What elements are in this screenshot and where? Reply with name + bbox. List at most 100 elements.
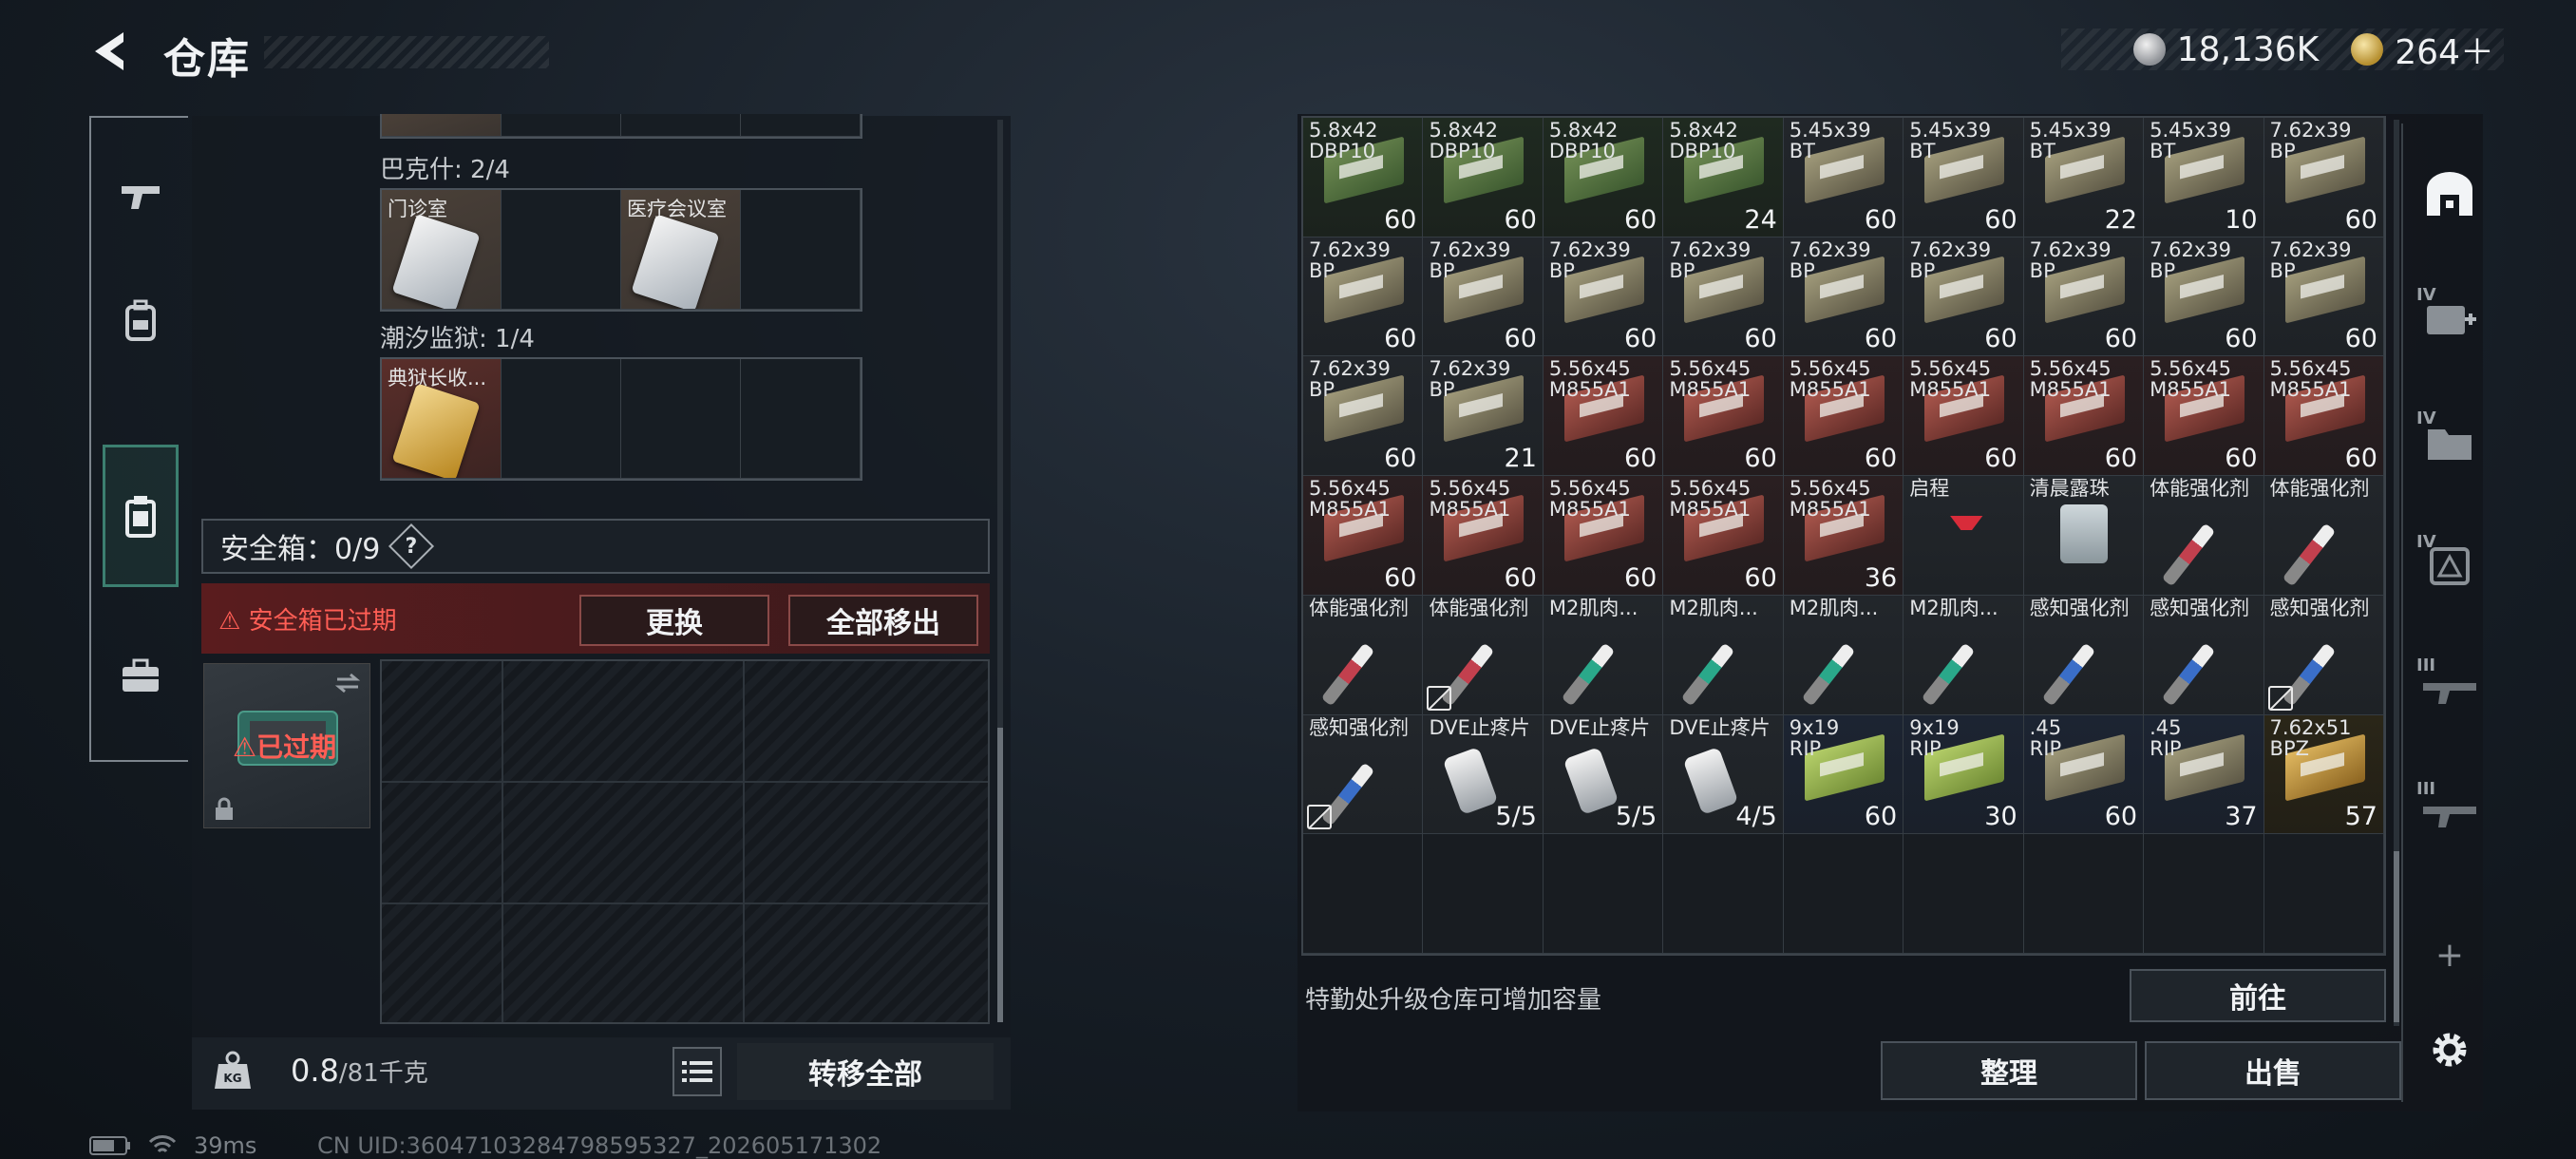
scroll-thumb[interactable] (997, 728, 1003, 1022)
transfer-all-button[interactable]: 转移全部 (737, 1043, 994, 1100)
sell-button[interactable]: 出售 (2145, 1041, 2401, 1100)
stash-item[interactable]: 启程 (1904, 476, 2024, 596)
grid-cell[interactable] (502, 114, 621, 137)
stash-slot-empty[interactable] (1904, 834, 2024, 954)
nav-weapons[interactable] (101, 152, 180, 243)
stash-slot-empty[interactable] (2144, 834, 2264, 954)
grid-cell[interactable] (741, 114, 861, 137)
stash-item[interactable]: 5.56x45 M855A1 60 (1543, 356, 1664, 477)
stash-item[interactable]: 7.62x39 BP 21 (1423, 356, 1544, 477)
stash-item[interactable]: 感知强化剂 (2263, 595, 2384, 715)
nav-medical[interactable]: IV (2416, 285, 2483, 352)
stash-item[interactable]: 7.62x39 BP 60 (1303, 237, 1424, 357)
stash-item[interactable]: 7.62x39 BP 60 (1303, 356, 1424, 477)
nav-backpack[interactable] (101, 276, 180, 367)
stash-scrollbar[interactable] (2394, 120, 2399, 1026)
stash-slot-empty[interactable] (1303, 834, 1424, 954)
stash-slot-empty[interactable] (1543, 834, 1664, 954)
stash-item[interactable]: 5.56x45 M855A1 60 (1303, 476, 1424, 596)
stash-slot-empty[interactable] (1423, 834, 1544, 954)
keycard-slot-empty[interactable] (502, 359, 621, 479)
sort-button[interactable]: 整理 (1881, 1041, 2137, 1100)
nav-armor[interactable]: IV (2416, 532, 2483, 598)
list-view-button[interactable] (672, 1047, 722, 1096)
stash-item[interactable]: 7.62x39 BP 60 (2263, 237, 2384, 357)
stash-item[interactable]: 5.8x42 DBP10 24 (1663, 118, 1784, 238)
nav-supplies[interactable]: IV (2416, 408, 2483, 475)
stash-item[interactable]: 感知强化剂 (2023, 595, 2145, 715)
keycard-slot[interactable]: 典狱长收... (382, 359, 502, 479)
nav-case[interactable] (101, 631, 180, 722)
stash-item[interactable]: 5.8x42 DBP10 60 (1543, 118, 1664, 238)
stash-item[interactable]: 清晨露珠 (2023, 476, 2145, 596)
stash-item[interactable]: M2肌肉... (1904, 595, 2024, 715)
stash-item[interactable]: 体能强化剂 (2263, 476, 2384, 596)
stash-item[interactable]: 7.62x39 BP 60 (2263, 118, 2384, 238)
move-all-out-button[interactable]: 全部移出 (788, 595, 978, 646)
safe-case-slot[interactable]: ⚠已过期 (203, 663, 370, 828)
stash-item[interactable]: 5.56x45 M855A1 60 (1904, 356, 2024, 477)
stash-item[interactable]: 5.56x45 M855A1 60 (1423, 476, 1544, 596)
stash-item[interactable]: 体能强化剂 (1303, 595, 1424, 715)
stash-item[interactable]: 体能强化剂 (1423, 595, 1544, 715)
nav-weapon-bench-2[interactable]: III (2416, 779, 2483, 846)
stash-item[interactable]: 7.62x39 BP 60 (1423, 237, 1544, 357)
stash-item[interactable]: 7.62x39 BP 60 (2144, 237, 2264, 357)
stash-item[interactable]: 5.56x45 M855A1 36 (1783, 476, 1904, 596)
stash-item[interactable]: 5.45x39 BT 10 (2144, 118, 2264, 238)
nav-keycards[interactable] (103, 445, 179, 587)
stash-item[interactable]: 感知强化剂 (2144, 595, 2264, 715)
stash-item[interactable]: 9x19 RIP 60 (1783, 714, 1904, 835)
stash-slot-empty[interactable] (1783, 834, 1904, 954)
replace-button[interactable]: 更换 (579, 595, 769, 646)
stash-item[interactable]: M2肌肉... (1783, 595, 1904, 715)
stash-item[interactable]: .45 RIP 60 (2023, 714, 2145, 835)
stash-item[interactable]: 5.45x39 BT 60 (1904, 118, 2024, 238)
stash-item[interactable]: 7.62x39 BP 60 (2023, 237, 2145, 357)
stash-item[interactable]: 7.62x39 BP 60 (1543, 237, 1664, 357)
grid-cell[interactable] (382, 114, 502, 137)
nav-weapon-bench[interactable]: III (2416, 656, 2483, 722)
stash-item[interactable]: 5.56x45 M855A1 60 (1663, 476, 1784, 596)
keycard-slot-empty[interactable] (621, 359, 741, 479)
stash-item[interactable]: 7.62x39 BP 60 (1663, 237, 1784, 357)
stash-item[interactable]: 5.45x39 BT 22 (2023, 118, 2145, 238)
keycard-slot-empty[interactable] (741, 359, 861, 479)
keycard-slot-empty[interactable] (741, 190, 861, 310)
grid-cell[interactable] (621, 114, 741, 137)
stash-item[interactable]: 5.45x39 BT 60 (1783, 118, 1904, 238)
left-scrollbar[interactable] (997, 120, 1003, 1022)
stash-item[interactable]: 5.56x45 M855A1 60 (1663, 356, 1784, 477)
stash-slot-empty[interactable] (1663, 834, 1784, 954)
stash-item[interactable]: DVE止疼片 5/5 (1543, 714, 1664, 835)
stash-item[interactable]: 体能强化剂 (2144, 476, 2264, 596)
stash-item[interactable]: M2肌肉... (1543, 595, 1664, 715)
stash-slot-empty[interactable] (2263, 834, 2384, 954)
swap-icon[interactable] (333, 672, 362, 694)
stash-item[interactable]: 7.62x39 BP 60 (1783, 237, 1904, 357)
stash-item[interactable]: 5.8x42 DBP10 60 (1423, 118, 1544, 238)
nav-stash[interactable] (2416, 162, 2483, 228)
settings-button[interactable] (2416, 1016, 2483, 1083)
keycard-slot[interactable]: 门诊室 (382, 190, 502, 310)
stash-item[interactable]: M2肌肉... (1663, 595, 1784, 715)
stash-item[interactable]: 7.62x39 BP 60 (1904, 237, 2024, 357)
add-tab-button[interactable]: + (2416, 922, 2483, 988)
stash-item[interactable]: DVE止疼片 5/5 (1423, 714, 1544, 835)
goto-button[interactable]: 前往 (2130, 969, 2386, 1022)
stash-item[interactable]: 5.56x45 M855A1 60 (2144, 356, 2264, 477)
stash-item[interactable]: 9x19 RIP 30 (1904, 714, 2024, 835)
stash-item[interactable]: 5.56x45 M855A1 60 (2263, 356, 2384, 477)
help-icon[interactable]: ? (388, 522, 435, 570)
stash-item[interactable]: .45 RIP 37 (2144, 714, 2264, 835)
stash-item[interactable]: 感知强化剂 (1303, 714, 1424, 835)
scroll-thumb[interactable] (2394, 851, 2399, 1022)
stash-item[interactable]: 5.56x45 M855A1 60 (2023, 356, 2145, 477)
stash-item[interactable]: 5.56x45 M855A1 60 (1543, 476, 1664, 596)
keycard-slot-empty[interactable] (502, 190, 621, 310)
stash-item[interactable]: 5.8x42 DBP10 60 (1303, 118, 1424, 238)
stash-slot-empty[interactable] (2023, 834, 2145, 954)
stash-item[interactable]: 5.56x45 M855A1 60 (1783, 356, 1904, 477)
gold-amount[interactable]: 264＋ (2395, 25, 2494, 74)
stash-item[interactable]: 7.62x51 BPZ 57 (2263, 714, 2384, 835)
